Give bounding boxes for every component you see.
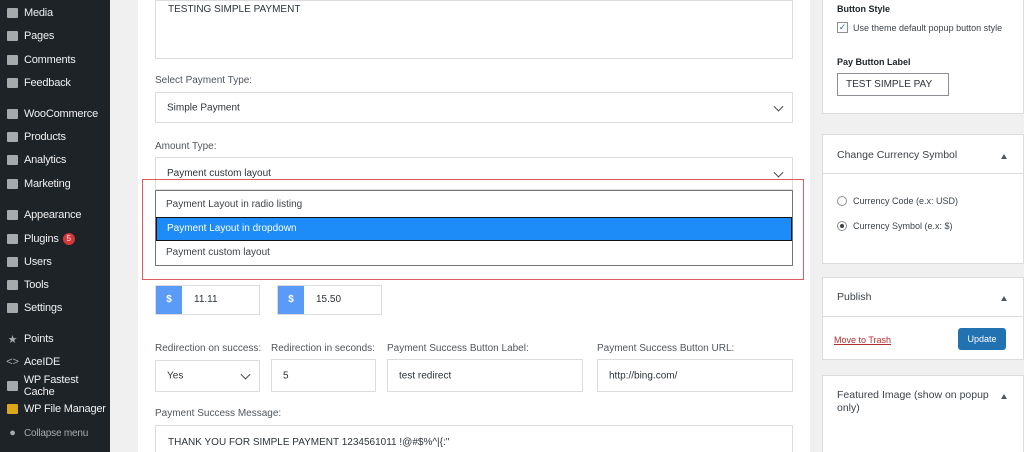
collapse-toggle-icon[interactable] <box>1001 154 1007 159</box>
appearance-icon <box>6 209 19 222</box>
analytics-icon <box>6 154 19 167</box>
success-button-label-label: Payment Success Button Label: <box>387 343 529 354</box>
success-button-url-input[interactable]: http://bing.com/ <box>597 359 793 392</box>
amount-input-2[interactable]: $ 15.50 <box>277 285 382 315</box>
settings-icon <box>6 302 19 315</box>
success-button-label-input[interactable]: test redirect <box>387 359 583 392</box>
tools-icon <box>6 279 19 292</box>
redirection-success-label: Redirection on success: <box>155 343 262 354</box>
woocommerce-icon <box>6 108 19 121</box>
marketing-icon <box>6 178 19 191</box>
sidebar-item-comments[interactable]: Comments <box>0 50 110 70</box>
currency-symbol-badge: $ <box>156 286 182 314</box>
chevron-down-icon <box>773 101 784 112</box>
use-theme-checkbox-label: Use theme default popup button style <box>853 23 1003 33</box>
admin-sidebar: Media Pages Comments Feedback WooCommerc… <box>0 0 110 452</box>
feedback-icon <box>6 77 19 90</box>
sidebar-item-wp-fastest-cache[interactable]: WP Fastest Cache <box>0 374 110 398</box>
sidebar-item-pages[interactable]: Pages <box>0 26 110 46</box>
currency-symbol-badge: $ <box>278 286 304 314</box>
collapse-menu-button[interactable]: ● Collapse menu <box>0 423 110 443</box>
button-settings-panel: Button Style ✓ Use theme default popup b… <box>822 0 1024 114</box>
sidebar-item-media[interactable]: Media <box>0 3 110 23</box>
media-icon <box>6 7 19 20</box>
cache-icon <box>6 380 19 393</box>
chevron-down-icon <box>773 167 784 178</box>
star-icon: ★ <box>7 333 18 346</box>
success-message-label: Payment Success Message: <box>155 408 282 419</box>
publish-title: Publish <box>837 291 872 303</box>
sidebar-item-tools[interactable]: Tools <box>0 275 110 295</box>
sidebar-item-wp-file-manager[interactable]: WP File Manager <box>0 399 110 419</box>
products-icon <box>6 131 19 144</box>
amount-type-label: Amount Type: <box>155 141 217 152</box>
use-theme-checkbox[interactable]: ✓ <box>837 22 848 33</box>
sidebar-item-woocommerce[interactable]: WooCommerce <box>0 104 110 124</box>
divider <box>823 173 1023 174</box>
amount-input-1[interactable]: $ 11.11 <box>155 285 260 315</box>
collapse-toggle-icon[interactable] <box>1001 394 1007 399</box>
currency-symbol-panel: Change Currency Symbol Currency Code (e.… <box>822 134 1024 264</box>
collapse-icon: ● <box>9 427 16 439</box>
currency-symbol-radio[interactable] <box>837 221 847 231</box>
sidebar-item-feedback[interactable]: Feedback <box>0 73 110 93</box>
code-icon: <> <box>6 356 19 368</box>
currency-code-radio[interactable] <box>837 196 847 206</box>
sidebar-item-points[interactable]: ★ Points <box>0 329 110 349</box>
title-textarea[interactable]: TESTING SIMPLE PAYMENT <box>155 0 793 59</box>
featured-image-panel: Featured Image (show on popup only) <box>822 375 1024 452</box>
pay-button-label-heading: Pay Button Label <box>837 57 911 67</box>
success-message-textarea[interactable]: THANK YOU FOR SIMPLE PAYMENT 1234561011 … <box>155 425 793 452</box>
sidebar-item-products[interactable]: Products <box>0 127 110 147</box>
plugins-update-badge: 5 <box>62 233 75 245</box>
comments-icon <box>6 54 19 67</box>
users-icon <box>6 256 19 269</box>
currency-panel-title: Change Currency Symbol <box>837 149 958 161</box>
redirection-success-select[interactable]: Yes <box>155 360 260 392</box>
sidebar-item-settings[interactable]: Settings <box>0 298 110 318</box>
sidebar-item-plugins[interactable]: Plugins 5 <box>0 229 110 249</box>
redirection-seconds-label: Redirection in seconds: <box>271 343 375 354</box>
currency-symbol-label: Currency Symbol (e.x: $) <box>853 221 953 231</box>
currency-code-label: Currency Code (e.x: USD) <box>853 196 959 206</box>
sidebar-item-appearance[interactable]: Appearance <box>0 205 110 225</box>
folder-icon <box>6 403 19 416</box>
button-style-label: Button Style <box>837 4 890 14</box>
collapse-toggle-icon[interactable] <box>1001 296 1007 301</box>
sidebar-item-analytics[interactable]: Analytics <box>0 150 110 170</box>
update-button[interactable]: Update <box>958 328 1006 350</box>
redirection-seconds-input[interactable]: 5 <box>271 359 376 392</box>
sidebar-item-aceide[interactable]: <> AceIDE <box>0 352 110 372</box>
plugins-icon <box>6 233 19 246</box>
highlight-annotation <box>142 179 804 280</box>
sidebar-item-marketing[interactable]: Marketing <box>0 174 110 194</box>
sidebar-item-users[interactable]: Users <box>0 252 110 272</box>
chevron-down-icon <box>240 369 251 380</box>
divider <box>823 316 1023 317</box>
move-to-trash-link[interactable]: Move to Trash <box>834 335 891 345</box>
payment-type-label: Select Payment Type: <box>155 75 253 86</box>
pages-icon <box>6 30 19 43</box>
payment-type-select[interactable]: Simple Payment <box>155 92 793 123</box>
featured-image-title: Featured Image (show on popup only) <box>837 389 989 414</box>
success-button-url-label: Payment Success Button URL: <box>597 343 735 354</box>
pay-button-label-input[interactable]: TEST SIMPLE PAY <box>837 73 949 96</box>
